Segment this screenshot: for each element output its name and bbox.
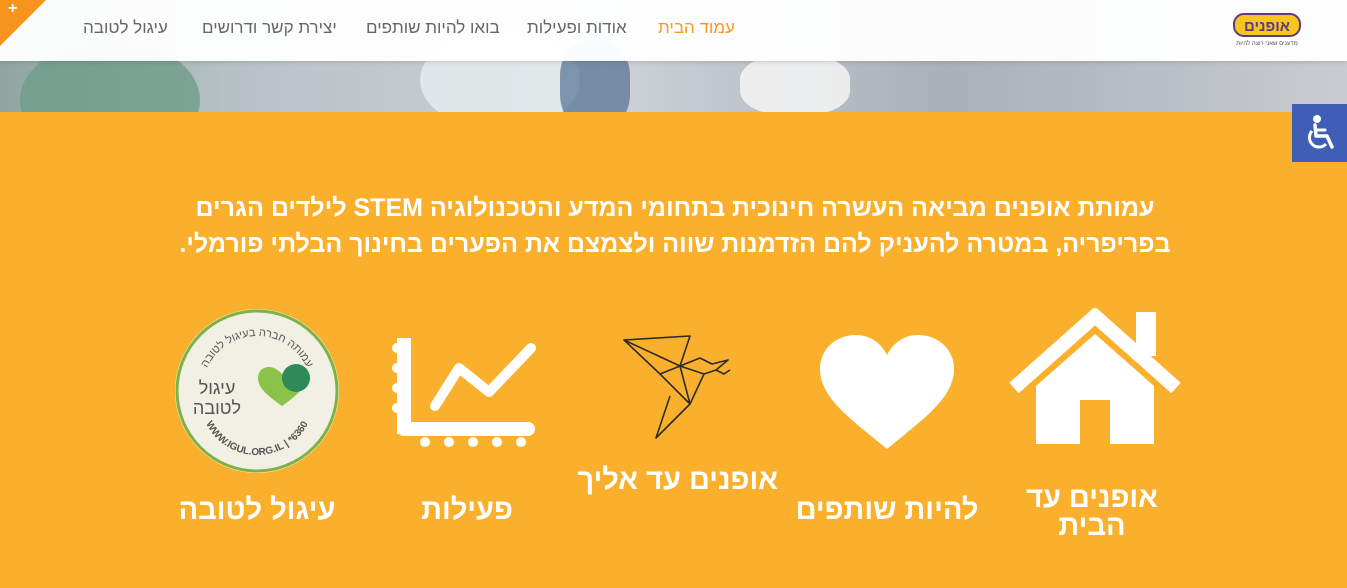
svg-text:לטובה: לטובה <box>193 398 241 418</box>
plus-icon[interactable]: + <box>8 0 17 18</box>
feature-label-home[interactable]: אופנים עד הבית <box>1012 484 1172 541</box>
house-icon[interactable] <box>1008 306 1183 453</box>
intro-text: עמותת אופנים מביאה העשרה חינוכית בתחומי … <box>179 194 1171 258</box>
svg-text:עיגול: עיגול <box>199 378 236 398</box>
feature-label-activity[interactable]: פעילות <box>402 496 532 525</box>
nav-item-igul[interactable]: עיגול לטובה <box>83 18 168 38</box>
heart-icon[interactable] <box>818 333 956 456</box>
origami-bird-icon[interactable] <box>620 330 735 447</box>
feature-label-partners[interactable]: להיות שותפים <box>793 496 981 525</box>
corner-toggle-button[interactable] <box>0 0 46 46</box>
nav-item-partners[interactable]: בואו להיות שותפים <box>366 18 500 38</box>
igul-seal-icon[interactable]: עמותה חברה בעיגול לטובה WWW.IGUL.ORG.IL … <box>172 306 342 481</box>
chart-icon[interactable] <box>391 334 539 453</box>
site-logo[interactable]: אופנים מדענים שאני רוצה להיות <box>1232 12 1302 48</box>
hero-shape <box>740 55 850 112</box>
nav-item-about[interactable]: אודות ופעילות <box>527 18 627 38</box>
accessibility-button[interactable] <box>1292 104 1347 162</box>
feature-label-to-you[interactable]: אופנים עד אליך <box>577 466 778 495</box>
feature-label-igul[interactable]: עיגול לטובה <box>172 496 342 525</box>
svg-text:אופנים: אופנים <box>1244 18 1290 35</box>
nav-item-contact[interactable]: יצירת קשר ודרושים <box>202 18 337 38</box>
top-navbar: + עמוד הבית אודות ופעילות בואו להיות שות… <box>0 0 1347 61</box>
nav-item-home[interactable]: עמוד הבית <box>658 18 735 38</box>
svg-text:מדענים שאני רוצה להיות: מדענים שאני רוצה להיות <box>1236 39 1298 47</box>
wheelchair-icon <box>1307 115 1334 149</box>
